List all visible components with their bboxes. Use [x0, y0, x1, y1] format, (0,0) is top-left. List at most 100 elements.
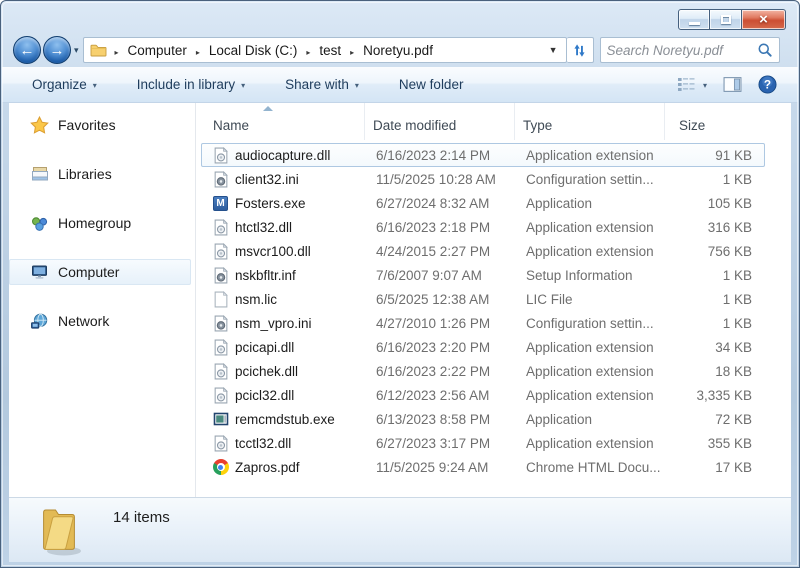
breadcrumb-separator-icon: ▸: [306, 48, 310, 57]
column-header-type[interactable]: Type: [515, 103, 665, 140]
file-size: 34 KB: [670, 340, 764, 355]
sidebar-item-label: Computer: [58, 264, 119, 280]
breadcrumb-segment-computer[interactable]: Computer: [126, 41, 189, 60]
search-icon: [757, 42, 773, 58]
ini-gear-icon: [212, 171, 229, 188]
file-row-fosters-exe[interactable]: MFosters.exe6/27/2024 8:32 AMApplication…: [201, 191, 765, 215]
sidebar-item-label: Homegroup: [58, 215, 131, 231]
title-bar[interactable]: ×: [1, 1, 799, 33]
file-row-remcmdstub-exe[interactable]: remcmdstub.exe6/13/2023 8:58 PMApplicati…: [201, 407, 765, 431]
file-date-modified: 6/16/2023 2:20 PM: [370, 340, 520, 355]
close-button[interactable]: ×: [742, 9, 786, 30]
file-row-nskbfltr-inf[interactable]: nskbfltr.inf7/6/2007 9:07 AMSetup Inform…: [201, 263, 765, 287]
address-bar[interactable]: ▸Computer▸Local Disk (C:)▸test▸Noretyu.p…: [83, 37, 567, 63]
dll-icon: [212, 339, 229, 356]
dll-icon: [212, 363, 229, 380]
maximize-button[interactable]: [710, 9, 742, 30]
breadcrumb-separator-icon: ▸: [115, 48, 119, 57]
file-name: audiocapture.dll: [235, 148, 330, 163]
file-row-msvcr100-dll[interactable]: msvcr100.dll4/24/2015 2:27 PMApplication…: [201, 239, 765, 263]
back-button[interactable]: ←: [13, 36, 41, 64]
file-row-client32-ini[interactable]: client32.ini11/5/2025 10:28 AMConfigurat…: [201, 167, 765, 191]
file-row-zapros-pdf[interactable]: Zapros.pdf11/5/2025 9:24 AMChrome HTML D…: [201, 455, 765, 479]
help-button[interactable]: ?: [755, 72, 780, 97]
sort-ascending-icon: [263, 106, 273, 111]
file-name: nsm_vpro.ini: [235, 316, 312, 331]
column-header-name[interactable]: Name: [197, 103, 365, 140]
toolbar-item-label: Include in library: [137, 77, 235, 92]
details-pane: 14 items: [9, 497, 791, 562]
forward-arrow-icon: →: [50, 42, 65, 59]
column-header-date[interactable]: Date modified: [365, 103, 515, 140]
address-dropdown-chevron-icon[interactable]: ▼: [545, 45, 562, 55]
file-row-pcicl32-dll[interactable]: pcicl32.dll6/12/2023 2:56 AMApplication …: [201, 383, 765, 407]
search-input[interactable]: [607, 43, 757, 58]
breadcrumb-segment-noretyu-pdf[interactable]: Noretyu.pdf: [361, 41, 435, 60]
file-name: Fosters.exe: [235, 196, 306, 211]
toolbar-item-include-in-library[interactable]: Include in library▾: [135, 73, 247, 96]
file-row-tcctl32-dll[interactable]: tcctl32.dll6/27/2023 3:17 PMApplication …: [201, 431, 765, 455]
chevron-down-icon: ▾: [93, 81, 97, 90]
sidebar-item-favorites[interactable]: Favorites: [9, 112, 191, 138]
toolbar-item-share-with[interactable]: Share with ▾: [283, 73, 361, 96]
file-size: 3,335 KB: [670, 388, 764, 403]
column-header-label: Name: [213, 118, 249, 133]
dll-icon: [212, 243, 229, 260]
close-icon: ×: [759, 11, 768, 28]
file-date-modified: 6/27/2024 8:32 AM: [370, 196, 520, 211]
forward-button[interactable]: →: [43, 36, 71, 64]
toolbar-items: Organize ▾ Include in library▾ Share with ▾ N…: [30, 73, 501, 96]
svg-text:?: ?: [764, 78, 771, 92]
computer-icon: [30, 264, 49, 281]
file-name: client32.ini: [235, 172, 299, 187]
file-row-nsm-lic[interactable]: nsm.lic6/5/2025 12:38 AMLIC File1 KB: [201, 287, 765, 311]
file-type: Configuration settin...: [520, 172, 670, 187]
column-header-size[interactable]: Size: [665, 103, 791, 140]
toolbar-item-label: New folder: [399, 77, 464, 92]
minimize-button[interactable]: [678, 9, 710, 30]
network-icon: [30, 313, 49, 330]
breadcrumb-segment-local-disk-c[interactable]: Local Disk (C:): [207, 41, 300, 60]
preview-pane-button[interactable]: [720, 73, 745, 96]
views-dropdown-chevron-icon: ▾: [703, 81, 707, 90]
toolbar-item-label: Share with: [285, 77, 349, 92]
file-date-modified: 6/13/2023 8:58 PM: [370, 412, 520, 427]
file-row-pcicapi-dll[interactable]: pcicapi.dll6/16/2023 2:20 PMApplication …: [201, 335, 765, 359]
chevron-down-icon: ▾: [355, 81, 359, 90]
toolbar-item-label: Organize: [32, 77, 87, 92]
dll-icon: [212, 219, 229, 236]
recent-pages-chevron-icon[interactable]: ▾: [74, 45, 79, 56]
toolbar-item-new-folder[interactable]: New folder: [397, 73, 466, 96]
file-type: Application extension: [520, 364, 670, 379]
column-header-label: Size: [679, 118, 705, 133]
toolbar-item-organize[interactable]: Organize ▾: [30, 73, 99, 96]
sidebar-item-computer[interactable]: Computer: [9, 259, 191, 285]
file-type: Application extension: [520, 436, 670, 451]
file-size: 17 KB: [670, 460, 764, 475]
file-row-pcichek-dll[interactable]: pcichek.dll6/16/2023 2:22 PMApplication …: [201, 359, 765, 383]
ini-gear-icon: [212, 315, 229, 332]
file-name: htctl32.dll: [235, 220, 292, 235]
sidebar-item-network[interactable]: Network: [9, 308, 191, 334]
refresh-button[interactable]: [567, 37, 594, 63]
help-icon: ?: [758, 75, 777, 94]
file-type: LIC File: [520, 292, 670, 307]
file-date-modified: 7/6/2007 9:07 AM: [370, 268, 520, 283]
file-row-htctl32-dll[interactable]: htctl32.dll6/16/2023 2:18 PMApplication …: [201, 215, 765, 239]
file-name: msvcr100.dll: [235, 244, 311, 259]
file-type: Application extension: [520, 340, 670, 355]
sidebar-item-homegroup[interactable]: Homegroup: [9, 210, 191, 236]
file-date-modified: 6/5/2025 12:38 AM: [370, 292, 520, 307]
sidebar-item-libraries[interactable]: Libraries: [9, 161, 191, 187]
file-type: Application extension: [520, 388, 670, 403]
file-row-audiocapture-dll[interactable]: audiocapture.dll6/16/2023 2:14 PMApplica…: [201, 143, 765, 167]
views-icon: [677, 77, 697, 92]
views-button[interactable]: ▾: [674, 74, 710, 95]
back-arrow-icon: ←: [20, 42, 35, 59]
file-row-nsm-vpro-ini[interactable]: nsm_vpro.ini4/27/2010 1:26 PMConfigurati…: [201, 311, 765, 335]
file-name: pcichek.dll: [235, 364, 298, 379]
chrome-icon: [212, 459, 229, 476]
toolbar-right-group: ▾ ?: [674, 72, 780, 97]
breadcrumb-segment-test[interactable]: test: [317, 41, 343, 60]
search-box[interactable]: [600, 37, 780, 63]
